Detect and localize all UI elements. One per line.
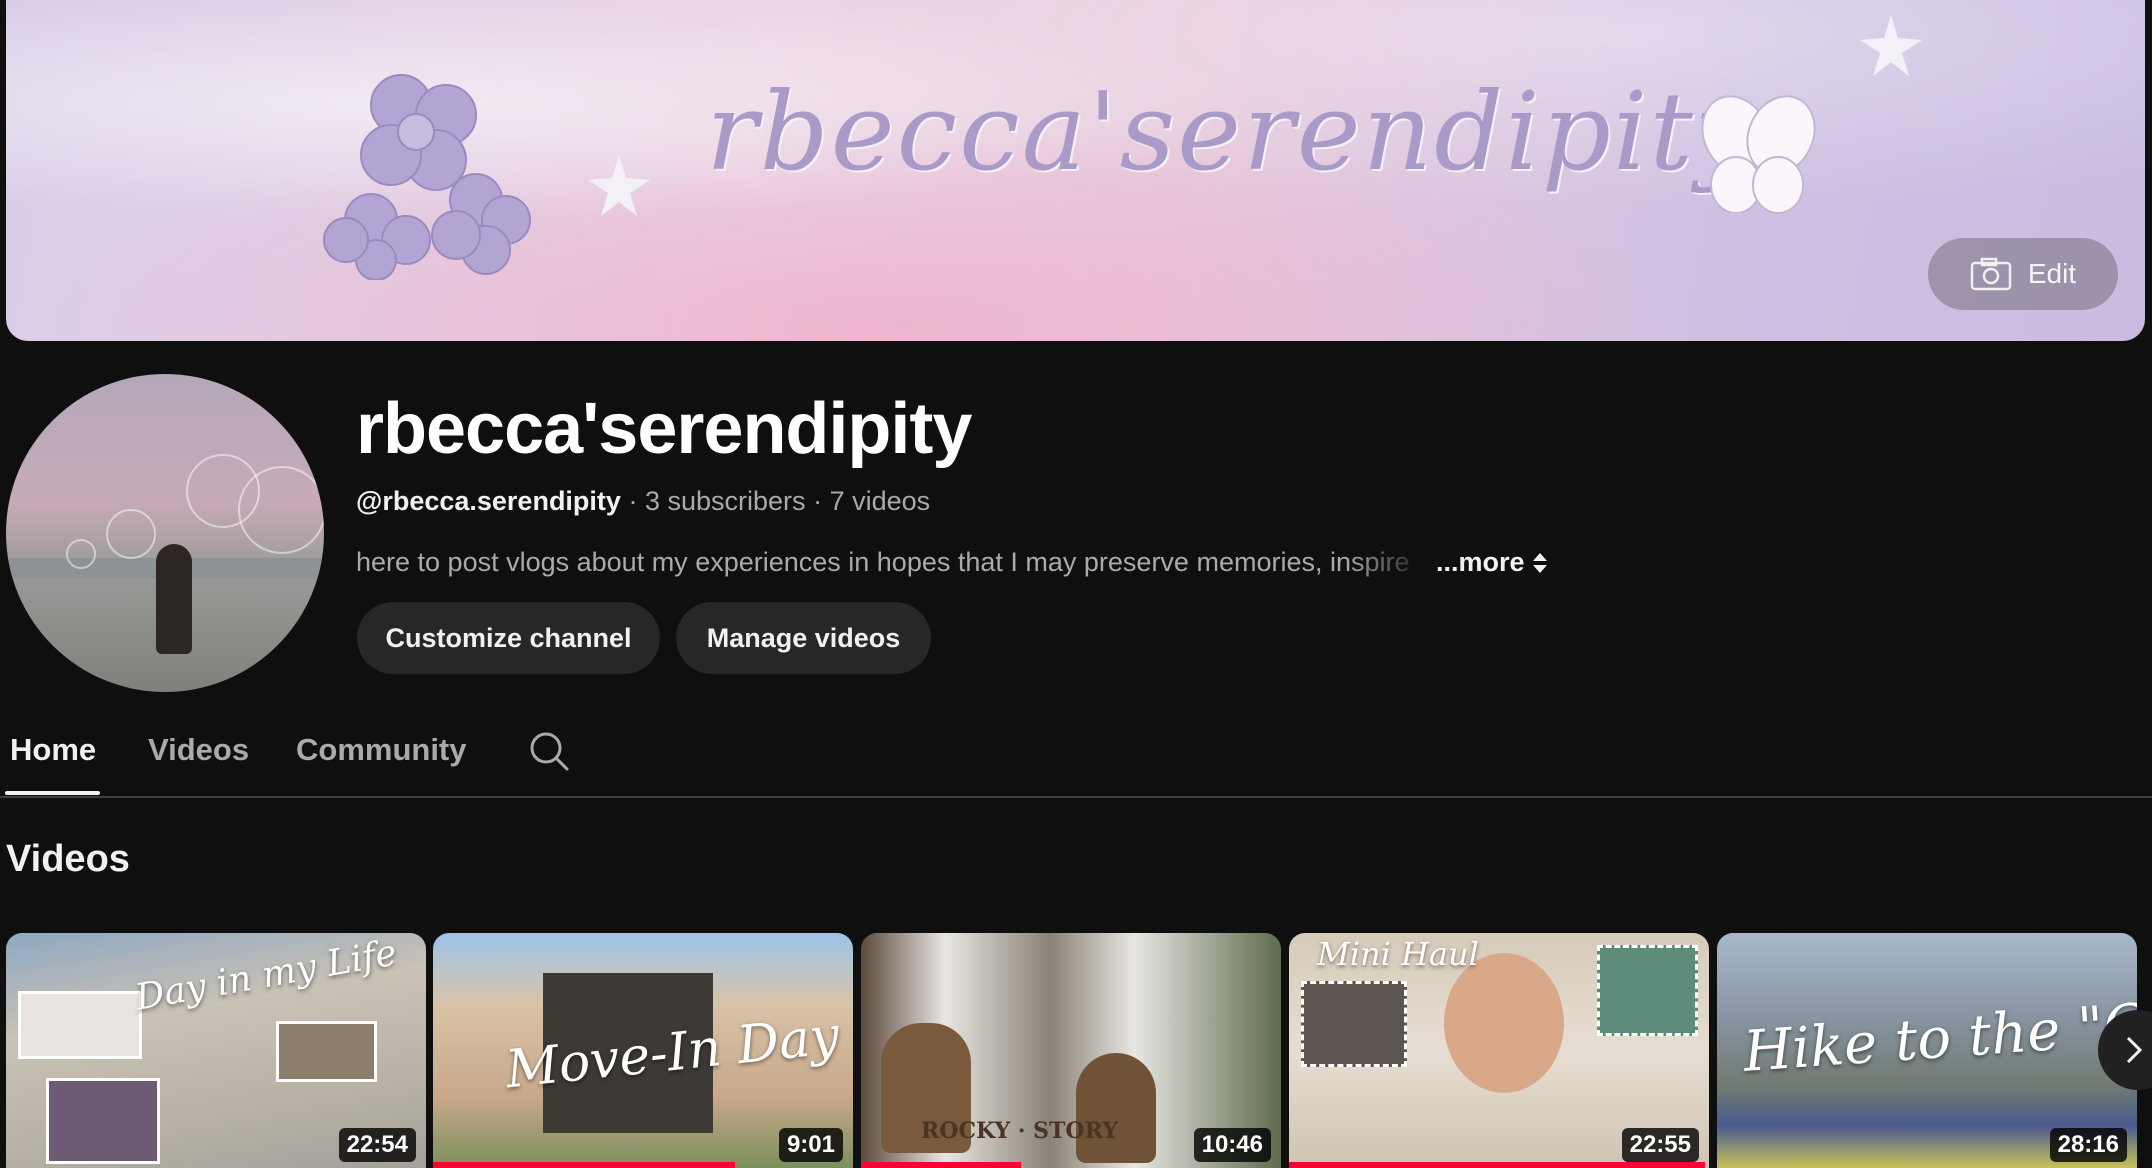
thumbnail-caption: Mini Haul — [1317, 935, 1479, 973]
thumbnail-caption: ROCKY · STORY — [921, 1118, 1118, 1144]
chevron-right-icon — [2126, 1036, 2143, 1064]
thumbnail-photo — [18, 991, 142, 1059]
video-thumbnail[interactable]: Day in my Life 22:54 — [6, 933, 426, 1168]
customize-channel-button[interactable]: Customize channel — [357, 602, 660, 674]
thumbnail-photo — [1301, 981, 1407, 1067]
watch-progress-bar — [1289, 1162, 1705, 1168]
channel-description[interactable]: here to post vlogs about my experiences … — [356, 547, 1549, 578]
active-tab-indicator — [5, 791, 100, 795]
flower-decoration-icon — [323, 74, 531, 280]
bubble-decoration — [106, 509, 156, 559]
camera-icon — [1970, 257, 2012, 291]
video-thumbnail[interactable]: Mini Haul 22:55 — [1289, 933, 1709, 1168]
thumbnail-cat — [1076, 1053, 1156, 1163]
thumbnail-photo — [276, 1021, 377, 1082]
star-decoration-icon — [588, 155, 650, 216]
star-decoration-icon — [1860, 15, 1922, 76]
manage-videos-button[interactable]: Manage videos — [676, 602, 931, 674]
more-link[interactable]: ...more — [1436, 547, 1549, 578]
video-duration: 10:46 — [1193, 1128, 1271, 1162]
video-duration: 28:16 — [2049, 1128, 2127, 1162]
bubble-decoration — [238, 466, 324, 554]
watch-progress-bar — [433, 1162, 736, 1168]
avatar-figure — [156, 544, 192, 654]
channel-name: rbecca'serendipity — [356, 389, 972, 469]
banner-script-text: rbecca'serendipity — [706, 70, 1758, 195]
search-icon[interactable] — [528, 730, 570, 772]
video-duration: 9:01 — [778, 1128, 843, 1162]
channel-tabs: Home Videos Community — [0, 720, 2152, 798]
channel-handle: @rbecca.serendipity — [356, 486, 621, 516]
video-duration: 22:55 — [1621, 1128, 1699, 1162]
expand-arrows-icon — [1532, 552, 1547, 573]
meta-separator: · — [628, 486, 638, 516]
tab-home[interactable]: Home — [10, 732, 96, 768]
tab-community[interactable]: Community — [296, 732, 467, 768]
thumbnail-photo — [1597, 945, 1698, 1036]
video-thumbnail[interactable]: ROCKY · STORY 10:46 — [861, 933, 1281, 1168]
video-thumbnail[interactable]: Move-In Day 9:01 — [433, 933, 853, 1168]
tab-videos[interactable]: Videos — [148, 732, 249, 768]
video-count: 7 videos — [829, 486, 931, 516]
video-thumbnail[interactable]: Hike to the "C" 28:16 — [1717, 933, 2137, 1168]
butterfly-decoration-icon — [1701, 95, 1816, 214]
subscriber-count: 3 subscribers — [644, 486, 806, 516]
description-text: here to post vlogs about my experiences … — [356, 547, 1410, 577]
edit-label: Edit — [2027, 258, 2077, 289]
channel-meta: @rbecca.serendipity · 3 subscribers · 7 … — [356, 486, 930, 517]
video-duration: 22:54 — [338, 1128, 416, 1162]
more-label: ...more — [1436, 547, 1525, 577]
thumbnail-face — [1444, 953, 1564, 1093]
edit-banner-button[interactable]: Edit — [1928, 238, 2118, 310]
channel-banner: rbecca'serendipity Edit — [6, 0, 2145, 341]
thumbnail-photo — [46, 1078, 160, 1164]
watch-progress-bar — [861, 1162, 1021, 1168]
bubble-decoration — [66, 539, 96, 569]
meta-separator: · — [813, 486, 823, 516]
videos-section-title: Videos — [6, 838, 130, 880]
channel-avatar[interactable] — [6, 374, 324, 692]
